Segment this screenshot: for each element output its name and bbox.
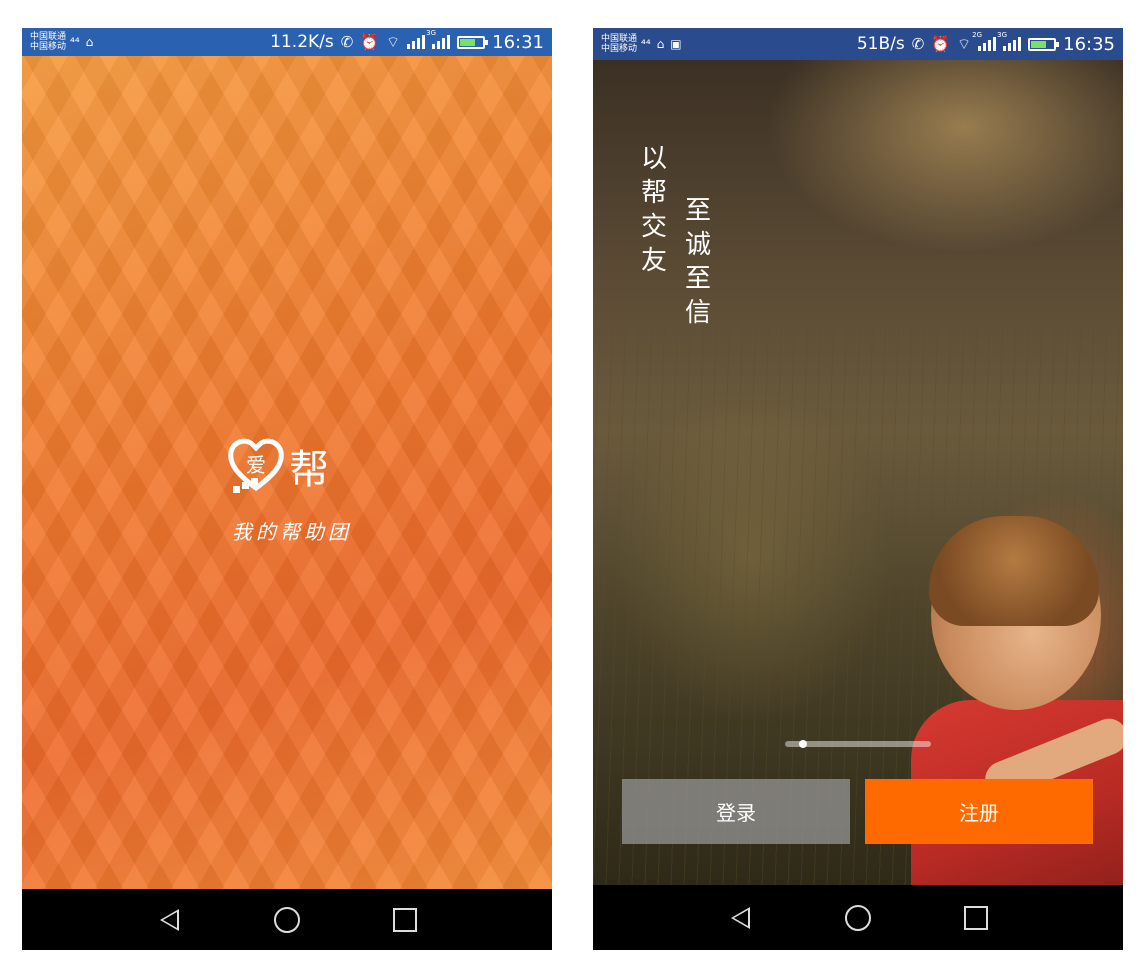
slogan-char: 帮: [641, 178, 668, 208]
slogan-char: 以: [641, 144, 668, 174]
clock: 16:31: [492, 31, 544, 53]
page-indicator: [785, 740, 931, 748]
alarm-icon: ⏰: [931, 35, 951, 53]
carrier-bottom: 中国移动: [601, 44, 638, 54]
slogan-char: 信: [685, 298, 712, 328]
slogan-char: 至: [685, 264, 712, 294]
vibrate-icon: ✆: [340, 33, 354, 51]
back-button[interactable]: [720, 898, 760, 938]
navigation-bar: [22, 889, 552, 950]
slogan-char: 友: [641, 246, 668, 276]
android-notification-icon: ⌂: [85, 35, 94, 49]
home-icon: [274, 906, 300, 933]
wifi-icon: ⌔: [386, 32, 401, 51]
android-notification-icon: ⌂: [656, 37, 665, 51]
notification-icons: ⁴⁴ ⌂: [70, 35, 93, 49]
home-button[interactable]: [838, 898, 878, 938]
slogan-char: 至: [685, 196, 712, 226]
clock: 16:35: [1063, 33, 1115, 55]
background-photo: 以 帮 交 友 至 诚 至 信 登录 注册: [593, 60, 1123, 885]
login-button[interactable]: 登录: [622, 779, 850, 844]
hd-call-icon: ⁴⁴: [641, 37, 651, 51]
splash-background: 爱 帮 我的帮助团: [22, 56, 552, 889]
splash-slogan: 我的帮助团: [232, 520, 352, 544]
image-icon: ▣: [670, 37, 682, 51]
status-bar: 中国联通 中国移动 ⁴⁴ ⌂ ▣ 51B/s ✆ ⏰ ⌔ 2G 3G 16:35: [593, 28, 1123, 60]
heart-ai-icon: 爱: [228, 438, 284, 493]
slogan-char: 诚: [685, 230, 712, 260]
recent-apps-button[interactable]: [956, 898, 996, 938]
carrier-labels: 中国联通 中国移动: [601, 34, 637, 54]
slogan-column-2: 至 诚 至 信: [685, 194, 711, 330]
home-icon: [845, 904, 871, 931]
slogan-column-1: 以 帮 交 友: [641, 142, 667, 278]
vibrate-icon: ✆: [911, 35, 925, 53]
splash-phone: 中国联通 中国移动 ⁴⁴ ⌂ 11.2K/s ✆ ⏰ ⌔ 3G 16:31 爱: [22, 28, 552, 950]
back-icon: [159, 908, 179, 931]
wifi-icon: ⌔: [957, 34, 972, 53]
login-phone: 中国联通 中国移动 ⁴⁴ ⌂ ▣ 51B/s ✆ ⏰ ⌔ 2G 3G 16:35: [593, 28, 1123, 950]
app-logo: 爱 帮: [227, 436, 329, 496]
navigation-bar: [593, 885, 1123, 950]
register-button[interactable]: 注册: [865, 779, 1093, 844]
carrier-top: 中国联通: [601, 34, 638, 44]
signal-3g-icon: 3G: [997, 31, 1022, 51]
home-button[interactable]: [267, 900, 307, 940]
slogan-char: 交: [641, 212, 668, 242]
battery-icon: [457, 35, 489, 49]
back-button[interactable]: [149, 900, 189, 940]
signal-3g-icon: 3G: [426, 29, 451, 49]
hd-call-icon: ⁴⁴: [70, 35, 80, 49]
carrier-labels: 中国联通 中国移动: [30, 32, 66, 52]
network-speed: 11.2K/s: [270, 32, 334, 52]
recent-apps-button[interactable]: [385, 900, 425, 940]
battery-icon: [1028, 37, 1060, 51]
logo-text: 帮: [289, 447, 329, 493]
recent-apps-icon: [393, 907, 417, 932]
svg-text:爱: 爱: [246, 453, 266, 477]
recent-apps-icon: [964, 905, 988, 930]
status-bar: 中国联通 中国移动 ⁴⁴ ⌂ 11.2K/s ✆ ⏰ ⌔ 3G 16:31: [22, 28, 552, 56]
carrier-bottom: 中国移动: [30, 42, 67, 52]
alarm-icon: ⏰: [360, 33, 380, 51]
network-speed: 51B/s: [856, 34, 905, 54]
page-indicator-dot: [799, 740, 807, 748]
carrier-top: 中国联通: [30, 32, 67, 42]
signal-icon: [407, 35, 426, 49]
notification-icons: ⁴⁴ ⌂ ▣: [641, 37, 682, 51]
back-icon: [730, 906, 750, 929]
signal-2g-icon: 2G: [972, 31, 997, 51]
